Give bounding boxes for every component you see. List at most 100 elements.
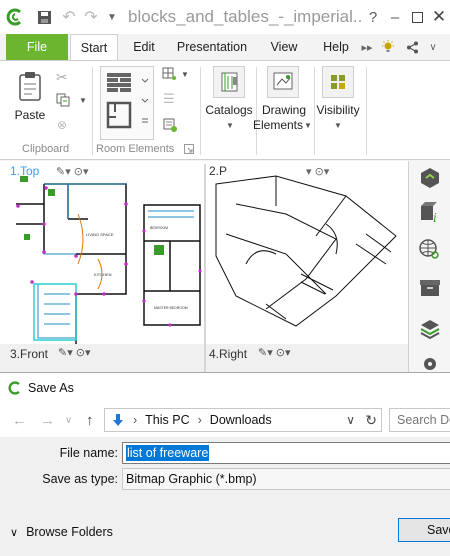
viewport-perspective[interactable]	[206, 164, 406, 344]
tab-view[interactable]: View	[262, 34, 306, 60]
save-type-value: Bitmap Graphic (*.bmp)	[126, 472, 257, 486]
tab-edit[interactable]: Edit	[124, 34, 164, 60]
layers-icon[interactable]	[414, 313, 446, 343]
tab-file[interactable]: File	[6, 34, 68, 60]
tab-presentation[interactable]: Presentation	[172, 34, 252, 60]
tab-help[interactable]: Help	[316, 34, 356, 60]
room-icon	[106, 101, 132, 129]
group-launcher-icon[interactable]	[184, 143, 194, 157]
window-title: blocks_and_tables_-_imperial....	[128, 7, 362, 26]
plan-label-bedroom: BEDROOM	[150, 226, 168, 230]
viewport-front-label[interactable]: 3.Front	[10, 347, 48, 361]
viewport-top-label[interactable]: 1.Top	[10, 164, 39, 178]
ribbon-panel: Paste ✂ ▼ ⊗ Clipboard ▼ ☰ Room Elements …	[0, 60, 450, 160]
catalogs-icon[interactable]	[213, 66, 245, 98]
save-as-dialog: Save As ← → ∨ ↑ › This PC › Downloads ∨ …	[0, 372, 450, 556]
dialog-title: Save As	[28, 381, 74, 395]
tab-start[interactable]: Start	[70, 34, 118, 61]
web-search-icon[interactable]	[414, 235, 446, 265]
perspective-drawing	[215, 175, 397, 327]
window-element-icon[interactable]	[162, 67, 178, 84]
redo-icon[interactable]: ↷	[80, 0, 102, 34]
viewport-right-tools-icon[interactable]: ✎▾ ⊙▾	[258, 346, 291, 359]
browse-folders-toggle[interactable]: ∨ Browse Folders	[10, 525, 113, 539]
window-dropdown-icon[interactable]: ▼	[181, 70, 189, 79]
viewport-splitter-vertical[interactable]	[204, 164, 206, 372]
dialog-nav-bar: ← → ∨ ↑ › This PC › Downloads ∨ ↻ Search…	[0, 403, 450, 437]
help-button[interactable]: ?	[362, 0, 384, 34]
dialog-title-bar: Save As	[0, 373, 450, 403]
save-button[interactable]: Save	[398, 518, 450, 542]
tip-lightbulb-icon[interactable]	[378, 34, 398, 60]
side-toolbar: i	[408, 161, 450, 372]
chevron-down-icon: ∨	[10, 526, 19, 539]
address-bar[interactable]: › This PC › Downloads ∨ ↻	[104, 408, 382, 432]
archive-icon[interactable]	[414, 273, 446, 303]
visibility-button[interactable]: Visibility	[312, 103, 364, 117]
group-divider	[200, 67, 201, 155]
share-icon[interactable]	[402, 34, 422, 60]
save-type-select[interactable]: Bitmap Graphic (*.bmp)	[122, 468, 450, 490]
forward-arrow-icon[interactable]: →	[40, 412, 55, 429]
back-arrow-icon[interactable]: ←	[12, 412, 27, 429]
copy-icon[interactable]	[56, 93, 70, 110]
viewport-perspective-tools-icon[interactable]: ▾ ⊙▾	[306, 165, 329, 178]
breadcrumb-this-pc[interactable]: This PC	[145, 413, 189, 427]
file-name-label: File name:	[59, 446, 118, 460]
paste-icon[interactable]	[18, 71, 42, 104]
app-logo-icon[interactable]	[0, 0, 30, 34]
room-elements-gallery[interactable]	[100, 66, 154, 140]
room-elements-group-label: Room Elements	[96, 143, 175, 155]
up-arrow-icon[interactable]: ↑	[86, 412, 94, 429]
breadcrumb-separator-icon: ›	[133, 413, 138, 427]
paste-button[interactable]: Paste	[8, 108, 52, 122]
breadcrumb-separator-icon: ›	[197, 413, 202, 427]
downloads-folder-icon	[111, 413, 125, 427]
title-bar: ↶ ↷ ▼ blocks_and_tables_-_imperial.... ?…	[0, 0, 450, 34]
drawing-elements-line1[interactable]: Drawing	[256, 103, 312, 117]
drawing-elements-line2[interactable]: Elements	[252, 118, 304, 132]
object-properties-icon[interactable]	[162, 117, 178, 136]
svg-text:i: i	[433, 211, 437, 224]
cut-icon[interactable]: ✂	[56, 69, 68, 86]
viewport-top-tools-icon[interactable]: ✎▾ ⊙▾	[56, 165, 89, 178]
browse-folders-label: Browse Folders	[26, 525, 113, 539]
undo-icon[interactable]: ↶	[58, 0, 80, 34]
search-input[interactable]: Search Do	[389, 408, 450, 432]
save-icon[interactable]	[30, 0, 58, 34]
file-name-value[interactable]: list of freeware	[126, 445, 210, 461]
cad-app-window: ↶ ↷ ▼ blocks_and_tables_-_imperial.... ?…	[0, 0, 450, 372]
delete-icon[interactable]: ⊗	[57, 118, 67, 132]
wall-icon	[107, 73, 131, 92]
more-tabs-icon[interactable]: ▸▸	[360, 34, 374, 60]
object-catalog-icon[interactable]	[414, 163, 446, 193]
plan-label-kitchen: KITCHEN	[94, 272, 112, 277]
group-divider	[92, 67, 93, 155]
viewport-perspective-label[interactable]: 2.P	[209, 164, 227, 178]
viewport-right-label[interactable]: 4.Right	[209, 347, 247, 361]
address-dropdown-icon[interactable]: ∨	[346, 413, 355, 427]
group-divider	[366, 67, 367, 155]
info-catalog-icon[interactable]: i	[414, 197, 446, 227]
visibility-icon[interactable]	[322, 66, 354, 98]
refresh-icon[interactable]: ↻	[365, 412, 377, 429]
minimize-button[interactable]: –	[384, 0, 406, 34]
dialog-app-icon	[8, 381, 22, 395]
breadcrumb-downloads[interactable]: Downloads	[210, 413, 272, 427]
copy-dropdown-icon[interactable]: ▼	[79, 96, 87, 105]
recent-locations-icon[interactable]: ∨	[65, 415, 72, 426]
catalogs-button[interactable]: Catalogs	[204, 103, 254, 117]
visibility-dropdown-icon[interactable]: ▼	[334, 121, 342, 130]
drawing-elements-icon[interactable]	[267, 66, 299, 98]
clipboard-group-label: Clipboard	[22, 143, 70, 155]
viewport-front-tools-icon[interactable]: ✎▾ ⊙▾	[58, 346, 91, 359]
secondary-plan: BEDROOM MASTER BEDROOM	[140, 201, 204, 331]
drawing-elements-dropdown-icon[interactable]: ▼	[304, 121, 312, 130]
file-name-field[interactable]: list of freeware	[122, 442, 450, 464]
catalogs-dropdown-icon[interactable]: ▼	[226, 121, 234, 130]
quick-access-dropdown-icon[interactable]: ▼	[102, 0, 122, 34]
close-button[interactable]: ✕	[428, 0, 450, 34]
ribbon-options-icon[interactable]: ∨	[424, 34, 442, 60]
stairs-icon[interactable]: ☰	[163, 91, 175, 107]
maximize-icon[interactable]	[406, 0, 428, 34]
